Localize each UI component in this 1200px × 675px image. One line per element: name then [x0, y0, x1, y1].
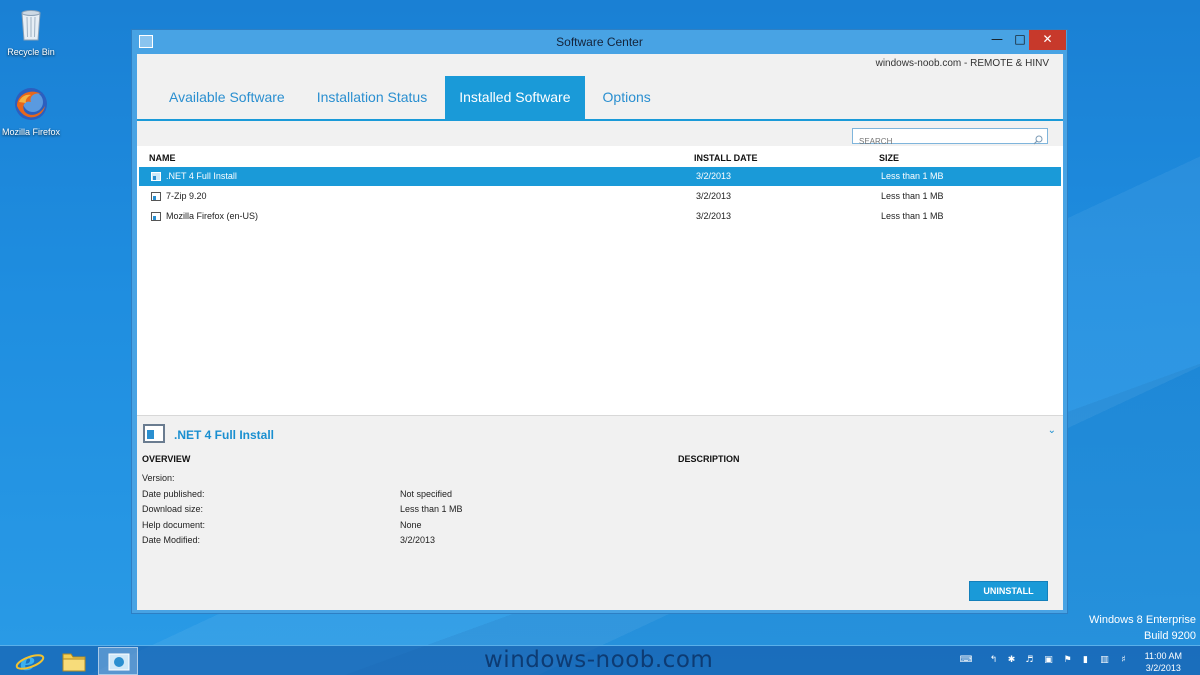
internet-explorer-icon[interactable]: e	[10, 647, 50, 675]
software-center-taskbar-icon[interactable]	[98, 647, 138, 675]
taskbar-clock[interactable]: 11:00 AM 3/2/2013	[1145, 650, 1182, 674]
software-center-window: Software Center — □ ✕ windows-noob.com -…	[131, 29, 1068, 614]
field-label-download-size: Download size:	[142, 504, 204, 514]
configmgr-icon[interactable]: ▣	[1043, 655, 1054, 665]
action-center-flag-icon[interactable]: ⚑	[1062, 655, 1073, 665]
keyboard-icon[interactable]: ⌨	[955, 655, 977, 665]
package-icon	[143, 424, 165, 443]
windows-edition-watermark: Windows 8 Enterprise Build 9200	[1089, 612, 1196, 644]
edition-name: Windows 8 Enterprise	[1089, 614, 1196, 626]
description-heading: DESCRIPTION	[678, 454, 740, 464]
field-label-date-published: Date published:	[142, 489, 205, 499]
tab-installation-status[interactable]: Installation Status	[303, 76, 442, 119]
speaker-icon[interactable]: ♯	[1118, 655, 1129, 665]
desktop-icon-label: Mozilla Firefox	[1, 127, 60, 137]
window-title: Software Center	[556, 35, 643, 49]
chevron-down-icon[interactable]: ⌄	[1048, 425, 1056, 436]
row-name: Mozilla Firefox (en-US)	[166, 211, 259, 221]
edition-build: Build 9200	[1144, 630, 1196, 642]
remote-control-text: windows-noob.com - REMOTE & HINV	[875, 58, 1049, 69]
firefox-icon	[11, 84, 51, 124]
row-size: Less than 1 MB	[881, 191, 944, 201]
column-header-install-date[interactable]: INSTALL DATE	[694, 153, 758, 163]
tab-bar: Available Software Installation Status I…	[155, 76, 669, 119]
volume-icon[interactable]: ♬	[1024, 655, 1035, 665]
uninstall-button[interactable]: UNINSTALL	[969, 581, 1048, 601]
list-header: NAME INSTALL DATE SIZE	[137, 146, 1063, 166]
title-bar[interactable]: Software Center — □ ✕	[132, 30, 1067, 54]
field-value-date-modified: 3/2/2013	[400, 535, 436, 545]
package-icon	[151, 192, 161, 201]
tab-available-software[interactable]: Available Software	[155, 76, 299, 119]
search-box[interactable]	[852, 128, 1048, 149]
tab-installed-software[interactable]: Installed Software	[445, 76, 585, 119]
desktop-icon-recycle-bin[interactable]: Recycle Bin	[0, 4, 62, 58]
row-size: Less than 1 MB	[881, 171, 944, 181]
window-client-area: windows-noob.com - REMOTE & HINV Availab…	[137, 54, 1063, 610]
row-install-date: 3/2/2013	[696, 211, 732, 221]
detail-panel: .NET 4 Full Install ⌄ OVERVIEW DESCRIPTI…	[137, 415, 1063, 610]
field-value-help-document: None	[400, 520, 422, 530]
detail-title: .NET 4 Full Install	[174, 428, 275, 442]
column-header-name[interactable]: NAME	[149, 153, 176, 163]
software-list: .NET 4 Full Install 3/2/2013 Less than 1…	[139, 167, 1061, 227]
search-icon[interactable]	[1033, 130, 1043, 145]
field-label-help-document: Help document:	[142, 520, 206, 530]
package-icon	[151, 172, 161, 181]
taskbar: e windows-noob.com ⌨ ↰ ✱ ♬ ▣ ⚑ ▮ ▥ ♯ 11:…	[0, 645, 1200, 675]
recycle-bin-icon	[11, 4, 51, 44]
site-watermark: windows-noob.com	[484, 647, 714, 673]
field-value-download-size: Less than 1 MB	[400, 504, 463, 514]
power-icon[interactable]: ▮	[1080, 655, 1091, 665]
column-header-size[interactable]: SIZE	[879, 153, 899, 163]
clock-time: 11:00 AM	[1144, 651, 1182, 661]
package-icon	[151, 212, 161, 221]
row-install-date: 3/2/2013	[696, 171, 732, 181]
table-row[interactable]: Mozilla Firefox (en-US) 3/2/2013 Less th…	[139, 207, 1061, 226]
row-name: .NET 4 Full Install	[166, 171, 237, 181]
close-button[interactable]: ✕	[1029, 30, 1066, 50]
overview-heading: OVERVIEW	[142, 454, 191, 464]
table-row[interactable]: 7-Zip 9.20 3/2/2013 Less than 1 MB	[139, 187, 1061, 206]
tab-underline	[137, 119, 1063, 121]
tab-options[interactable]: Options	[589, 76, 665, 119]
row-install-date: 3/2/2013	[696, 191, 732, 201]
bluetooth-icon[interactable]: ✱	[1006, 655, 1017, 665]
network-flag-icon[interactable]: ↰	[988, 655, 999, 665]
field-label-date-modified: Date Modified:	[142, 535, 201, 545]
field-value-date-published: Not specified	[400, 489, 453, 499]
desktop-icon-label: Recycle Bin	[7, 47, 55, 57]
row-size: Less than 1 MB	[881, 211, 944, 221]
field-label-version: Version:	[142, 473, 175, 483]
file-explorer-icon[interactable]	[54, 647, 94, 675]
network-icon[interactable]: ▥	[1099, 655, 1110, 665]
table-row[interactable]: .NET 4 Full Install 3/2/2013 Less than 1…	[139, 167, 1061, 186]
desktop-icon-firefox[interactable]: Mozilla Firefox	[0, 84, 62, 138]
clock-date: 3/2/2013	[1145, 663, 1181, 673]
row-name: 7-Zip 9.20	[166, 191, 207, 201]
